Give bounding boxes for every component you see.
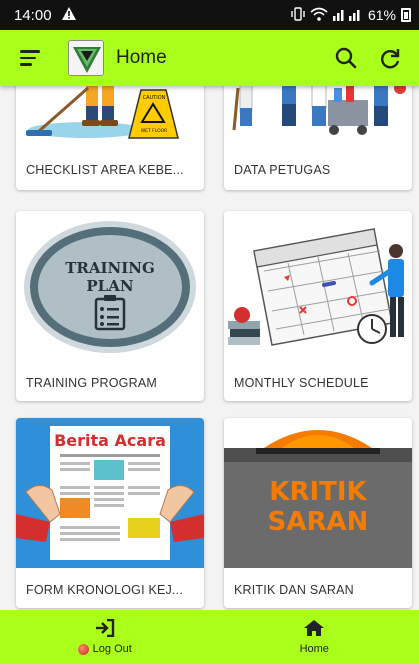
art-text-saran: SARAN <box>268 507 369 537</box>
card-kritik-saran[interactable]: KRITIK SARAN KRITIK DAN SARAN <box>224 418 412 608</box>
status-bar: 14:00 61% <box>0 0 419 30</box>
signal-icon <box>332 7 363 24</box>
nav-home[interactable]: Home <box>210 610 419 664</box>
vibrate-icon <box>291 6 305 24</box>
status-time: 14:00 <box>14 6 52 24</box>
refresh-icon[interactable] <box>373 41 407 75</box>
art-text-berita-acara: Berita Acara <box>54 431 166 450</box>
card-label: FORM KRONOLOGI KEJ... <box>26 583 183 597</box>
status-dot-icon <box>77 643 89 655</box>
card-image-staff <box>224 86 412 148</box>
card-image-cleaner: CAUTION WET FLOOR <box>16 86 204 148</box>
card-form-kronologi[interactable]: Berita Acara FORM KRONOLOGI KEJ... <box>16 418 204 608</box>
art-text-training: TRAINING <box>65 259 155 277</box>
card-training-program[interactable]: TRAINING PLAN TRAINING PROGRAM <box>16 211 204 401</box>
app-logo <box>68 40 104 76</box>
svg-text:CAUTION: CAUTION <box>143 95 166 101</box>
battery-percent: 61% <box>367 7 396 23</box>
card-checklist-area[interactable]: CAUTION WET FLOOR CHECKLIST AREA KEBE... <box>16 86 204 190</box>
card-label: MONTHLY SCHEDULE <box>234 376 369 390</box>
art-text-plan: PLAN <box>86 277 133 295</box>
alert-icon <box>61 6 76 24</box>
card-image-calendar <box>224 211 412 361</box>
art-text-kritik: KRITIK <box>269 477 367 507</box>
card-monthly-schedule[interactable]: MONTHLY SCHEDULE <box>224 211 412 401</box>
nav-logout[interactable]: Log Out <box>0 610 210 664</box>
home-icon <box>303 619 325 640</box>
nav-logout-label: Log Out <box>92 643 132 655</box>
card-image-berita-acara: Berita Acara <box>16 418 204 568</box>
svg-text:WET FLOOR: WET FLOOR <box>141 128 168 134</box>
app-bar: Home <box>0 30 419 86</box>
search-icon[interactable] <box>329 41 363 75</box>
card-label: DATA PETUGAS <box>234 163 331 177</box>
card-data-petugas[interactable]: DATA PETUGAS <box>224 86 412 190</box>
card-image-training-plan: TRAINING PLAN <box>16 211 204 361</box>
nav-home-label: Home <box>299 643 329 655</box>
logout-icon <box>95 618 115 640</box>
card-label: KRITIK DAN SARAN <box>234 583 354 597</box>
card-image-kritik-saran: KRITIK SARAN <box>224 418 412 568</box>
menu-icon[interactable] <box>20 44 48 72</box>
bottom-nav: Log Out Home <box>0 610 419 664</box>
wifi-icon <box>310 7 328 24</box>
card-label: CHECKLIST AREA KEBE... <box>26 163 184 177</box>
battery-icon <box>401 8 411 22</box>
page-title: Home <box>116 47 167 68</box>
card-label: TRAINING PROGRAM <box>26 376 157 390</box>
menu-grid: CAUTION WET FLOOR CHECKLIST AREA KEBE... <box>0 86 419 610</box>
